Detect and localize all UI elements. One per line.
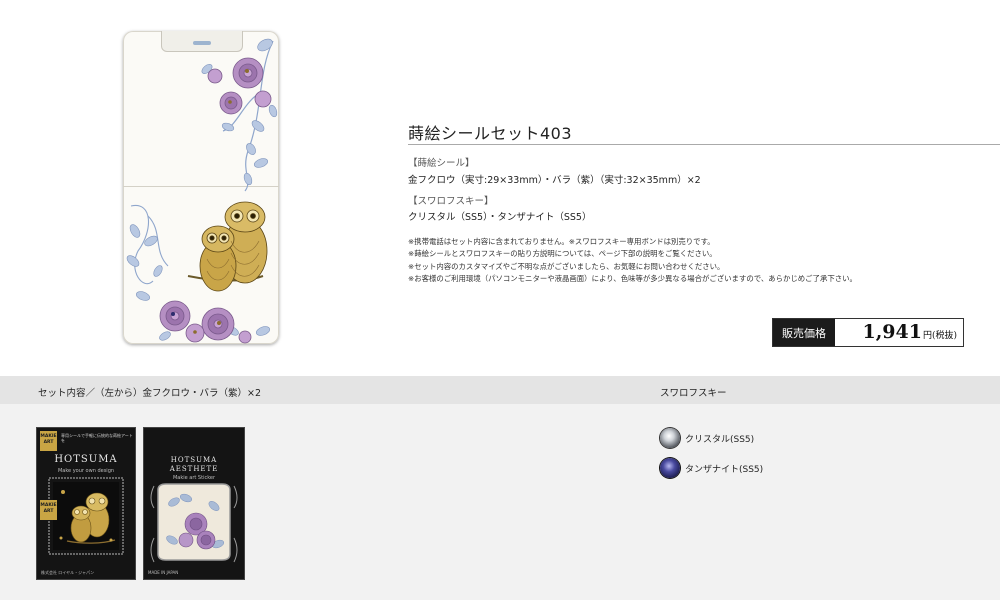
title-divider	[408, 144, 1000, 145]
crystal-tanzanite-icon	[660, 458, 680, 478]
swarovski-label: スワロフスキー	[660, 388, 727, 399]
note-line: ※蒔絵シールとスワロフスキーの貼り方説明については、ページ下部の説明をご覧くださ…	[408, 249, 717, 259]
phone-decoration-art	[126, 38, 278, 344]
note-line: ※携帯電話はセット内容に含まれておりません。※スワロフスキー専用ボンドは別売りで…	[408, 237, 715, 246]
price-value-wrap: 1,941 円(税抜)	[835, 319, 963, 346]
product-image-phone	[123, 31, 279, 344]
crystal-item-clear: クリスタル(SS5)	[660, 428, 754, 448]
price-box: 販売価格 1,941 円(税抜)	[772, 318, 964, 347]
crystal-name: タンザナイト(SS5)	[685, 464, 764, 475]
sticker-detail: 金フクロウ（実寸:29×33mm）・バラ（紫）（実寸:32×35mm）×2	[408, 175, 701, 186]
rose-sticker-art	[150, 483, 238, 563]
crystal-name: クリスタル(SS5)	[685, 434, 755, 445]
price-label: 販売価格	[773, 319, 835, 346]
product-title: 蒔絵シールセット403	[408, 124, 573, 143]
note-line: ※お客様のご利用環境（パソコンモニターや液晶画面）により、色味等が多少異なる場合…	[408, 273, 857, 283]
package-foot: MADE IN JAPAN	[148, 570, 179, 575]
sticker-heading: 【蒔絵シール】	[408, 158, 475, 169]
note-line: ※セット内容のカスタマイズやご不明な点がございましたら、お気軽にお問い合わせくだ…	[408, 261, 725, 271]
crystal-heading: 【スワロフスキー】	[408, 196, 494, 207]
price-value: 1,941	[862, 321, 922, 343]
set-contents-label: セット内容／（左から）金フクロウ・バラ（紫）×2	[38, 388, 262, 399]
crystal-clear-icon	[660, 428, 680, 448]
product-notes: ※携帯電話はセット内容に含まれておりません。※スワロフスキー専用ボンドは別売りで…	[408, 236, 857, 285]
section-header-band: セット内容／（左から）金フクロウ・バラ（紫）×2 スワロフスキー	[0, 376, 1000, 404]
crystal-detail: クリスタル（SS5）・タンザナイト（SS5）	[408, 212, 592, 223]
makie-art-badge-side: MAKIE ART	[40, 500, 57, 520]
crystal-item-tanzanite: タンザナイト(SS5)	[660, 458, 763, 478]
package-owl-sticker: MAKIE ART 専用シールで手軽に伝統的な蒔絵アートを HOTSUMA Ma…	[36, 427, 136, 580]
price-unit: 円(税抜)	[922, 331, 957, 341]
package-foot: 株式会社 ロイヤル・ジャパン	[41, 570, 95, 575]
package-rose-sticker: HOTSUMA AESTHETE Makie art Sticker MADE …	[143, 427, 245, 580]
